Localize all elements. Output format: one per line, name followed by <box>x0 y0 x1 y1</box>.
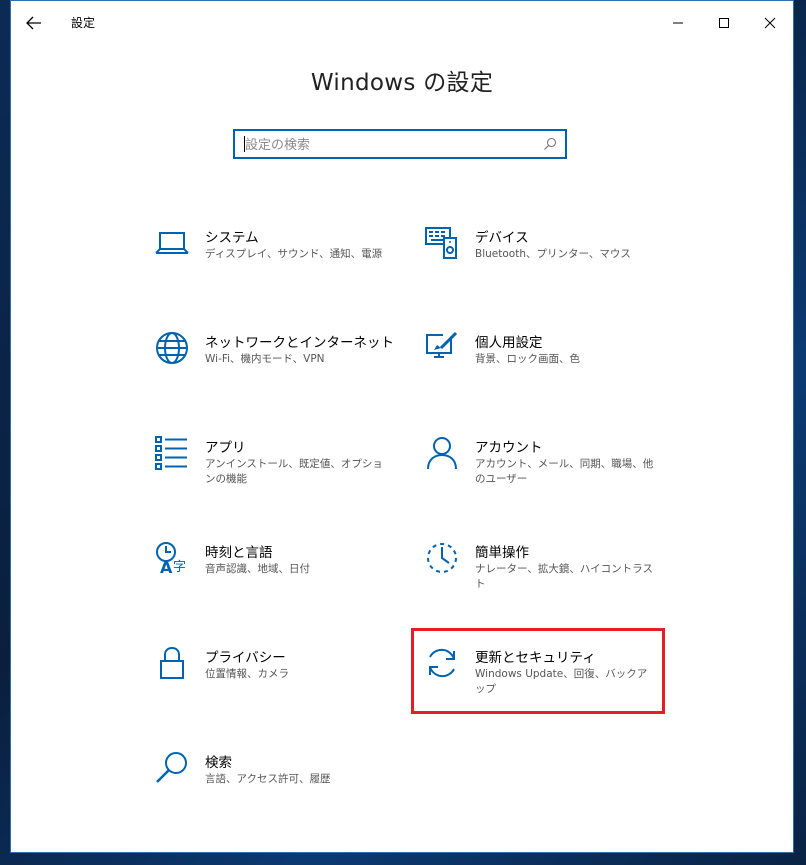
tile-description: 音声認識、地域、日付 <box>205 563 310 575</box>
apps-list-icon <box>155 436 187 470</box>
window-title: 設定 <box>71 16 96 30</box>
tile-title: デバイス <box>475 230 529 246</box>
svg-text:字: 字 <box>173 560 186 575</box>
tile-title: システム <box>205 230 259 246</box>
tile-title: 検索 <box>205 755 232 771</box>
globe-icon <box>156 332 188 364</box>
settings-window: 設定 Windows の設定 システム ディスプレイ、サウンド、通知、電源 <box>10 0 794 853</box>
minimize-button[interactable] <box>655 7 701 39</box>
tile-description: アカウント、メール、同期、職場、他のユーザー <box>475 458 654 485</box>
tile-description: 位置情報、カメラ <box>205 668 289 680</box>
search-box[interactable] <box>233 129 567 159</box>
minimize-icon <box>673 22 683 24</box>
lock-icon <box>160 646 184 679</box>
page-title: Windows の設定 <box>310 70 494 96</box>
tile-search[interactable]: 検索 言語、アクセス許可、履歴 <box>155 751 405 821</box>
tile-personalization[interactable]: 個人用設定 背景、ロック画面、色 <box>425 331 675 401</box>
close-icon <box>764 17 776 29</box>
person-icon <box>427 437 457 470</box>
tile-description: アンインストール、既定値、オプションの機能 <box>205 458 383 485</box>
tile-title: ネットワークとインターネット <box>205 335 394 351</box>
tile-title: アカウント <box>475 440 543 456</box>
back-arrow-icon <box>26 16 41 30</box>
laptop-icon <box>155 232 189 254</box>
tile-accounts[interactable]: アカウント アカウント、メール、同期、職場、他のユーザー <box>425 436 675 506</box>
tile-title: アプリ <box>205 440 246 456</box>
tile-title: 時刻と言語 <box>205 545 273 561</box>
magnifier-icon <box>156 752 187 783</box>
search-input[interactable] <box>243 134 537 156</box>
tile-apps[interactable]: アプリ アンインストール、既定値、オプションの機能 <box>155 436 405 506</box>
close-button[interactable] <box>747 7 793 39</box>
tile-title: プライバシー <box>205 650 286 666</box>
tile-description: ディスプレイ、サウンド、通知、電源 <box>205 248 383 260</box>
tile-ease-of-access[interactable]: 簡単操作 ナレーター、拡大鏡、ハイコントラスト <box>425 541 675 611</box>
search-icon[interactable] <box>543 137 557 151</box>
tile-description: ナレーター、拡大鏡、ハイコントラスト <box>475 563 653 590</box>
tile-description: 背景、ロック画面、色 <box>475 353 580 365</box>
tile-system[interactable]: システム ディスプレイ、サウンド、通知、電源 <box>155 226 405 296</box>
tile-description: Bluetooth、プリンター、マウス <box>475 248 631 260</box>
tile-description: Wi-Fi、機内モード、VPN <box>205 353 325 365</box>
devices-icon <box>425 227 457 259</box>
tile-privacy[interactable]: プライバシー 位置情報、カメラ <box>155 646 405 716</box>
personalization-icon <box>426 331 458 358</box>
ease-of-access-icon <box>427 543 457 573</box>
svg-text:A: A <box>160 558 173 575</box>
back-button[interactable] <box>17 7 51 39</box>
tile-devices[interactable]: デバイス Bluetooth、プリンター、マウス <box>425 226 675 296</box>
maximize-icon <box>719 18 729 28</box>
highlight-box <box>411 628 665 714</box>
tile-description: 言語、アクセス許可、履歴 <box>205 773 331 785</box>
tile-title: 個人用設定 <box>475 335 543 351</box>
time-language-icon: A 字 <box>156 542 186 575</box>
tile-network[interactable]: ネットワークとインターネット Wi-Fi、機内モード、VPN <box>155 331 405 401</box>
title-bar: 設定 <box>11 1 793 45</box>
tile-time-language[interactable]: A 字 時刻と言語 音声認識、地域、日付 <box>155 541 405 611</box>
maximize-button[interactable] <box>701 7 747 39</box>
tile-title: 簡単操作 <box>475 545 529 561</box>
